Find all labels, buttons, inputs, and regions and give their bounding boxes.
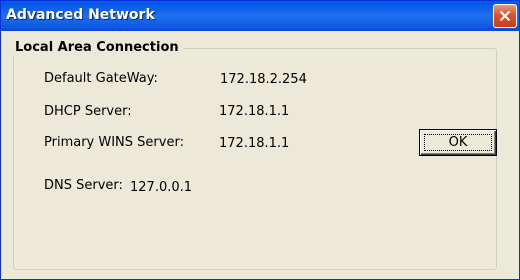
close-button[interactable] (493, 4, 517, 28)
advanced-network-dialog: Advanced Network Local Area Connection D… (0, 0, 520, 280)
dhcp-server-value: 172.18.1.1 (219, 104, 290, 119)
close-icon (499, 10, 511, 22)
primary-wins-server-value: 172.18.1.1 (219, 136, 290, 151)
primary-wins-server-label: Primary WINS Server: (44, 135, 184, 150)
ok-button[interactable]: OK (419, 129, 497, 156)
title-bar[interactable]: Advanced Network (1, 1, 519, 31)
dhcp-server-label: DHCP Server: (44, 104, 132, 119)
group-title: Local Area Connection (13, 40, 183, 55)
default-gateway-label: Default GateWay: (44, 71, 158, 86)
window-title: Advanced Network (6, 7, 155, 23)
dns-server-value: 127.0.0.1 (130, 180, 193, 195)
dns-server-label: DNS Server: (44, 178, 123, 193)
default-gateway-value: 172.18.2.254 (220, 72, 307, 87)
ok-button-label: OK (424, 134, 492, 151)
dialog-body: Local Area Connection Default GateWay: 1… (1, 31, 519, 279)
